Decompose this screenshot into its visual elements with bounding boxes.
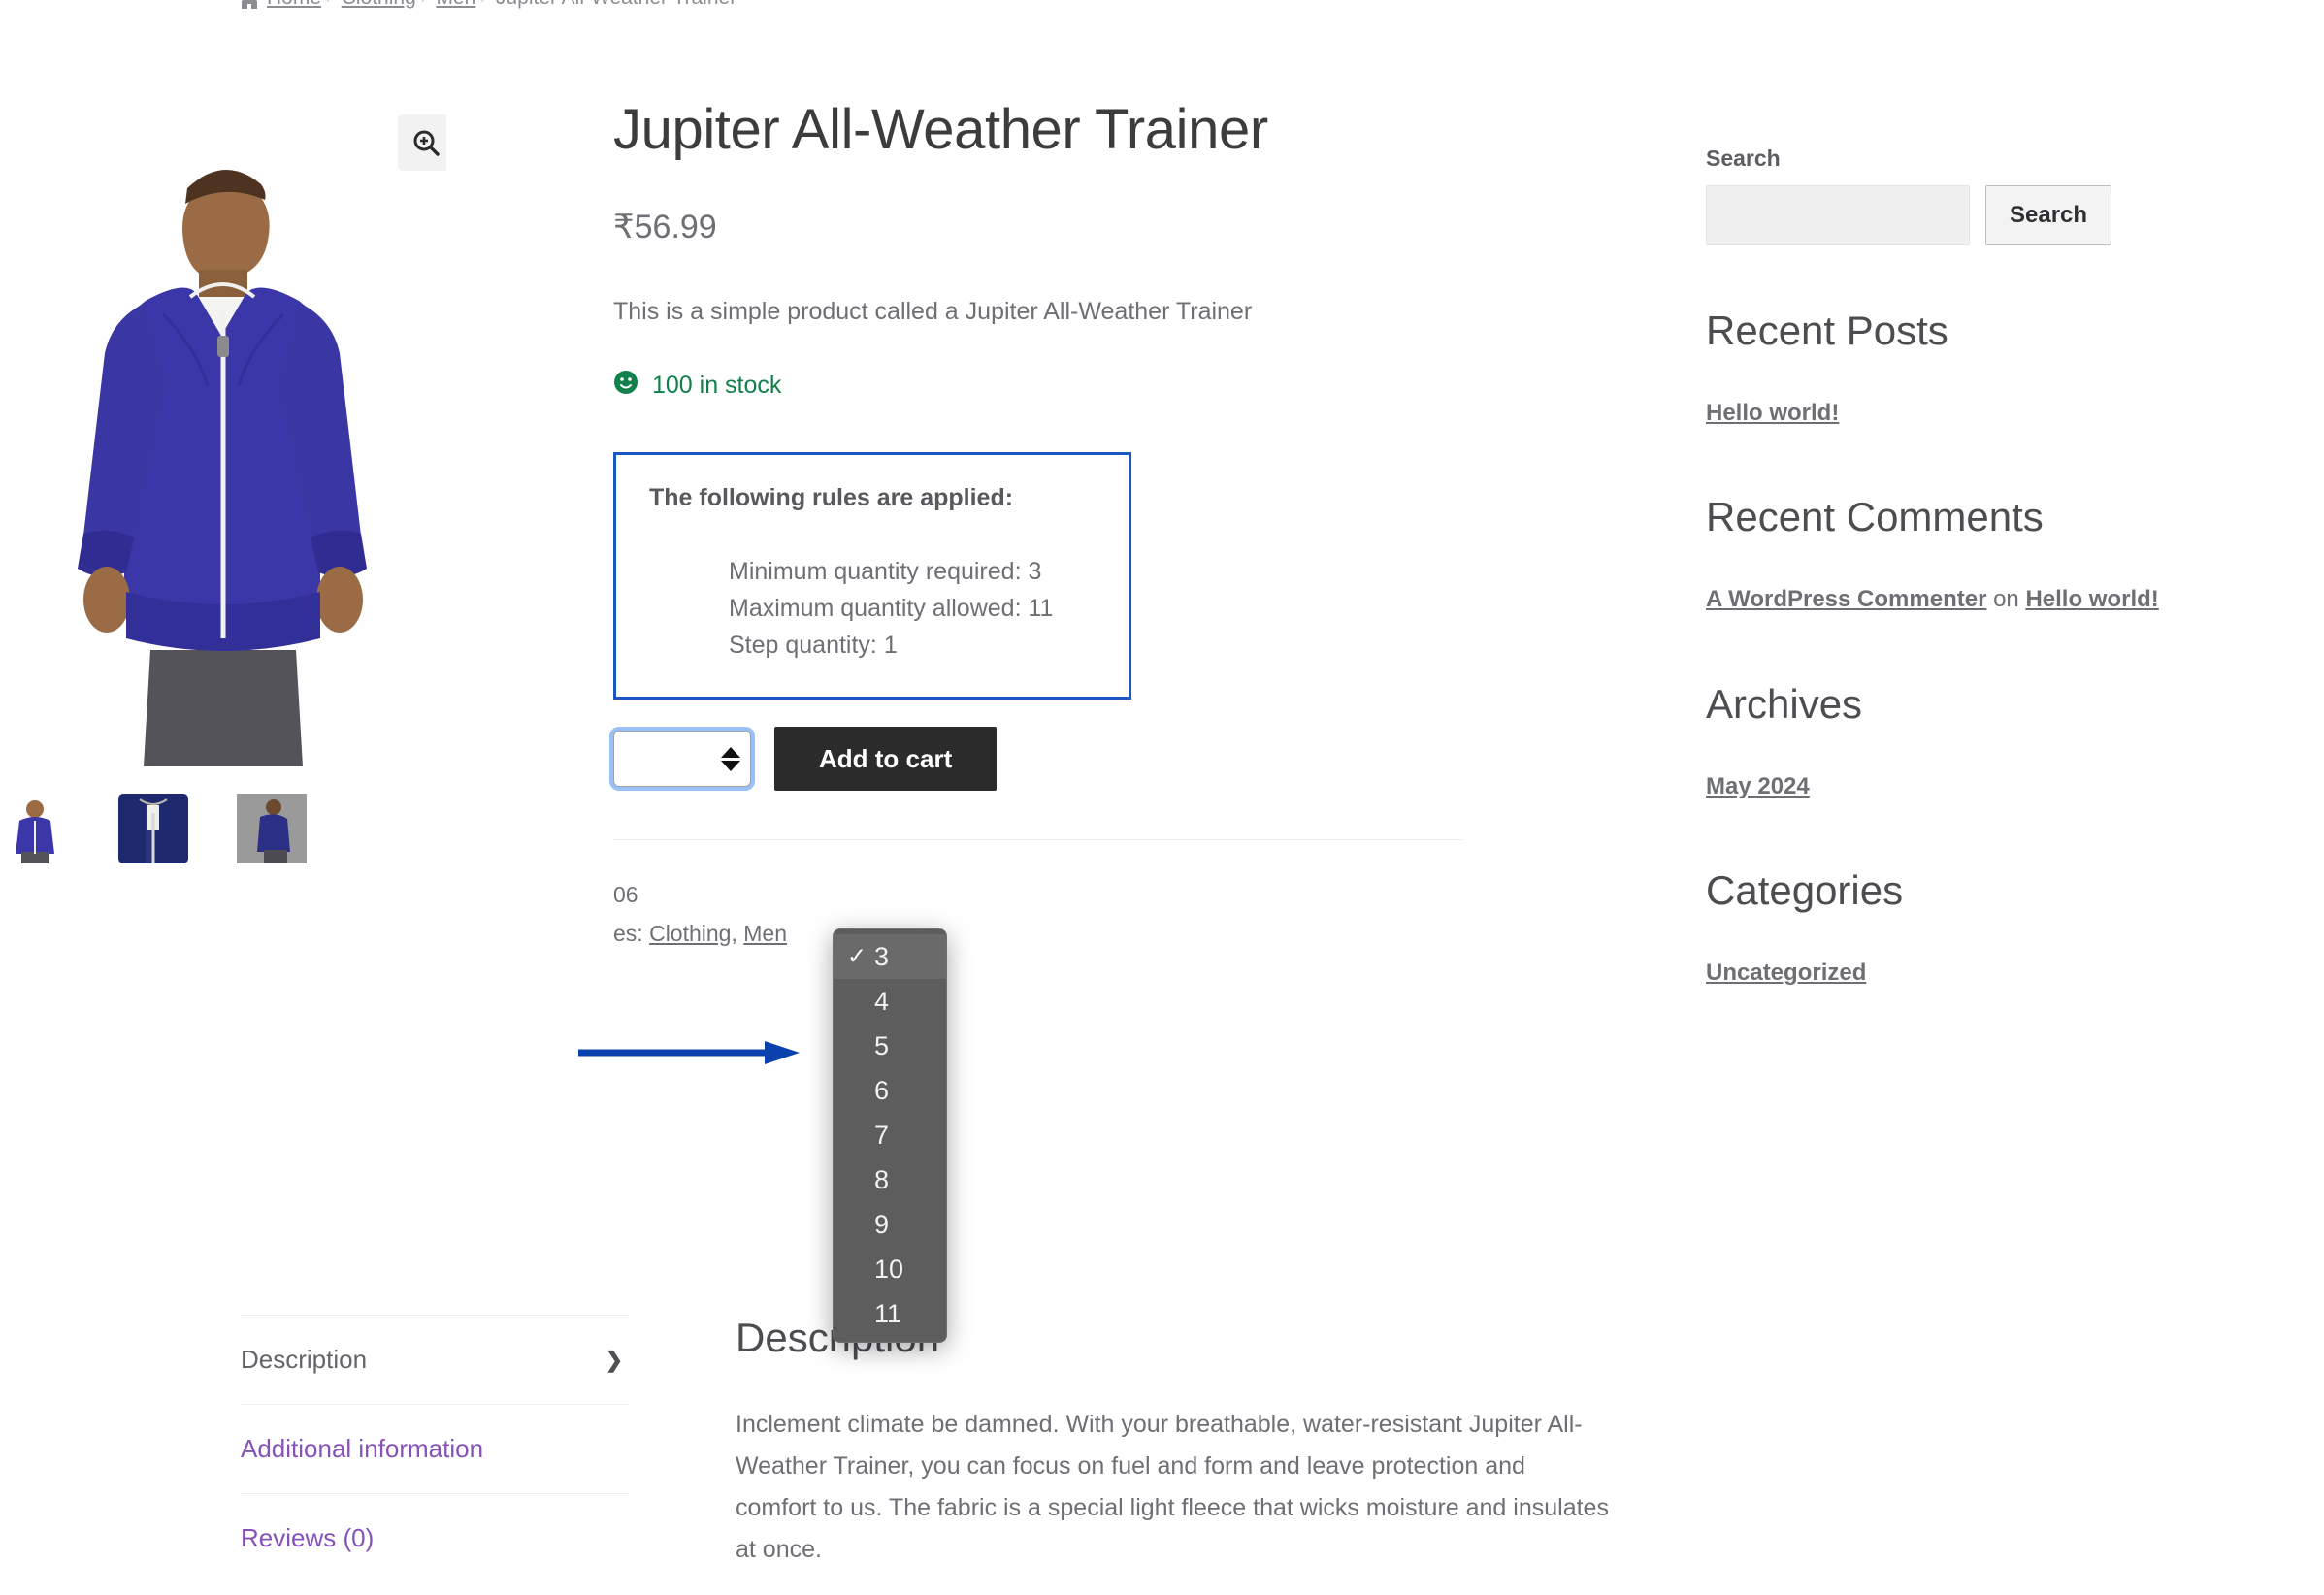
archives-widget: Archives May 2024 xyxy=(1706,681,2162,805)
page-title: Jupiter All-Weather Trainer xyxy=(613,98,1268,161)
breadcrumb-item-current: Jupiter All-Weather Trainer xyxy=(496,0,736,10)
recent-posts-widget: Recent Posts Hello world! xyxy=(1706,308,2162,432)
dropdown-option-4[interactable]: 4 xyxy=(834,979,946,1024)
product-short-description: This is a simple product called a Jupite… xyxy=(613,298,1253,326)
tab-label: Description xyxy=(241,1345,368,1374)
rule-step-quantity: Step quantity: 1 xyxy=(729,632,898,660)
dropdown-option-label: 9 xyxy=(874,1209,890,1239)
tab-reviews[interactable]: Reviews (0) xyxy=(241,1493,629,1582)
dropdown-option-5[interactable]: 5 xyxy=(834,1024,946,1068)
thumbnail-collar-closeup[interactable] xyxy=(118,794,188,863)
add-to-cart-form: 3 Add to cart xyxy=(613,727,1302,792)
dropdown-option-label: 3 xyxy=(874,941,890,971)
dropdown-option-label: 7 xyxy=(874,1120,890,1150)
search-label: Search xyxy=(1706,146,1781,171)
tab-description[interactable]: Description ❯ xyxy=(241,1315,629,1404)
category-link-men[interactable]: Men xyxy=(743,921,787,946)
rule-min-quantity: Minimum quantity required: 3 xyxy=(729,558,1042,586)
add-to-cart-button[interactable]: Add to cart xyxy=(774,727,998,792)
breadcrumb: Home ⁄ Clothing ⁄ Men ⁄ Jupiter All-Weat… xyxy=(241,0,736,10)
smiley-face-icon xyxy=(613,370,638,402)
product-gallery xyxy=(0,107,514,863)
rules-list: Minimum quantity required: 3 Maximum qua… xyxy=(649,553,1096,664)
search-input[interactable] xyxy=(1706,185,1970,245)
description-panel: Description Inclement climate be damned.… xyxy=(736,1315,1609,1595)
home-icon xyxy=(241,0,258,9)
spinner-up-arrow-icon[interactable] xyxy=(721,746,740,758)
tab-label: Reviews (0) xyxy=(241,1523,375,1552)
recent-post-link[interactable]: Hello world! xyxy=(1706,395,2162,432)
quantity-dropdown-popup[interactable]: ✓ 3 4 5 6 7 8 9 10 11 xyxy=(833,928,947,1343)
thumbnail-front-full[interactable] xyxy=(0,794,70,863)
product-tabs: Description ❯ Additional information Rev… xyxy=(241,1315,629,1595)
categories-label: es: xyxy=(613,921,643,947)
sku-line: 06 xyxy=(613,882,638,908)
category-link[interactable]: Uncategorized xyxy=(1706,955,2162,992)
categories-separator: , xyxy=(731,921,744,947)
main-product-image[interactable] xyxy=(0,107,446,766)
breadcrumb-item-men[interactable]: Men xyxy=(436,0,475,10)
recent-comments-title: Recent Comments xyxy=(1706,494,2044,540)
quantity-spinner[interactable] xyxy=(718,739,743,778)
categories-widget: Categories Uncategorized xyxy=(1706,867,2162,992)
dropdown-option-6[interactable]: 6 xyxy=(834,1068,946,1113)
dropdown-option-7[interactable]: 7 xyxy=(834,1113,946,1157)
breadcrumb-separator: ⁄ xyxy=(330,0,333,7)
breadcrumb-item-clothing[interactable]: Clothing xyxy=(342,0,416,10)
magnifier-plus-icon[interactable] xyxy=(398,114,446,171)
breadcrumb-separator: ⁄ xyxy=(484,0,487,7)
sidebar: Search Search Recent Posts Hello world! … xyxy=(1706,39,2162,1055)
archives-title: Archives xyxy=(1706,680,1863,727)
recent-comments-widget: Recent Comments A WordPress Commenter on… xyxy=(1706,494,2162,618)
quantity-stepper[interactable]: 3 xyxy=(613,731,751,788)
search-row: Search xyxy=(1706,185,2162,245)
annotation-arrow xyxy=(578,1038,802,1072)
recent-posts-title: Recent Posts xyxy=(1706,308,1948,353)
thumbnail-back-view[interactable] xyxy=(237,794,307,863)
spinner-down-arrow-icon[interactable] xyxy=(721,760,740,771)
quantity-rules-box: The following rules are applied: Minimum… xyxy=(613,452,1131,700)
product-photo-illustration xyxy=(0,107,446,766)
tab-additional-information[interactable]: Additional information xyxy=(241,1404,629,1493)
thumbnail-strip xyxy=(0,794,514,863)
dropdown-option-label: 8 xyxy=(874,1164,890,1194)
categories-line: es: Clothing, Men xyxy=(613,914,1302,953)
search-widget: Search Search xyxy=(1706,146,2162,245)
rules-title: The following rules are applied: xyxy=(649,484,1014,512)
stock-status-text: 100 in stock xyxy=(652,372,782,400)
check-icon: ✓ xyxy=(847,943,867,970)
product-summary: Jupiter All-Weather Trainer ₹56.99 This … xyxy=(613,97,1462,954)
chevron-right-icon: ❯ xyxy=(605,1347,623,1372)
status-badge: 100 in stock xyxy=(613,370,1302,402)
dropdown-option-8[interactable]: 8 xyxy=(834,1157,946,1202)
archive-link[interactable]: May 2024 xyxy=(1706,768,2162,805)
tab-label: Additional information xyxy=(241,1434,484,1463)
product-price: ₹56.99 xyxy=(613,209,717,246)
description-body: Inclement climate be damned. With your b… xyxy=(736,1411,1609,1563)
breadcrumb-item-home[interactable]: Home xyxy=(267,0,321,10)
dropdown-option-3[interactable]: ✓ 3 xyxy=(834,934,946,979)
comment-post-link[interactable]: Hello world! xyxy=(2025,586,2158,612)
comment-on-text: on xyxy=(1986,586,2026,613)
comment-author-link[interactable]: A WordPress Commenter xyxy=(1706,586,1986,612)
dropdown-option-9[interactable]: 9 xyxy=(834,1202,946,1247)
categories-title: Categories xyxy=(1706,867,1904,914)
product-tabs-section: Description ❯ Additional information Rev… xyxy=(241,1315,1832,1595)
dropdown-option-label: 4 xyxy=(874,986,890,1016)
breadcrumb-separator: ⁄ xyxy=(425,0,428,7)
category-link-clothing[interactable]: Clothing xyxy=(649,921,731,946)
dropdown-option-label: 10 xyxy=(874,1253,904,1284)
dropdown-option-label: 6 xyxy=(874,1075,890,1105)
recent-comment-item: A WordPress Commenter on Hello world! xyxy=(1706,581,2162,618)
rule-max-quantity: Maximum quantity allowed: 11 xyxy=(729,595,1054,623)
dropdown-option-label: 11 xyxy=(874,1298,902,1328)
dropdown-option-label: 5 xyxy=(874,1030,890,1060)
dropdown-option-11[interactable]: 11 xyxy=(834,1291,946,1336)
product-meta: 06 es: Clothing, Men xyxy=(613,840,1302,954)
search-button[interactable]: Search xyxy=(1985,185,2112,245)
dropdown-option-10[interactable]: 10 xyxy=(834,1247,946,1291)
